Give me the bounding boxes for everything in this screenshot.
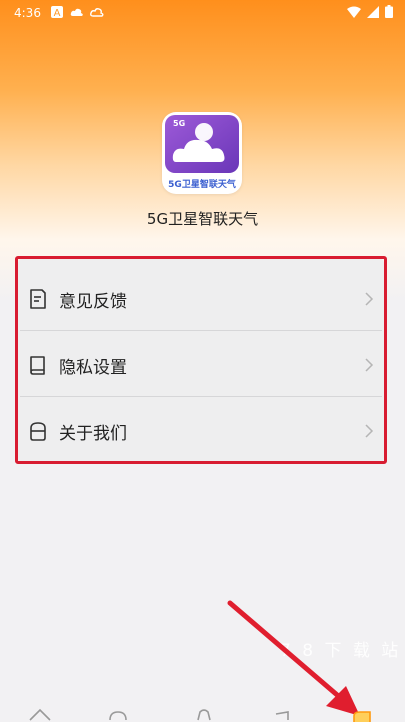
battery-icon (385, 5, 393, 18)
home-icon[interactable] (26, 704, 54, 722)
bottom-nav (0, 700, 405, 722)
logo-badge: 5G (173, 119, 185, 128)
app-logo-image: 5G 5G卫星智联天气 (165, 115, 239, 190)
alert-icon[interactable] (190, 704, 218, 722)
wifi-icon (347, 6, 361, 18)
logo-text: 5G卫星智联天气 (168, 178, 236, 190)
news-icon[interactable] (268, 704, 296, 722)
weather-icon[interactable] (104, 704, 132, 722)
profile-icon[interactable] (348, 704, 376, 722)
app-logo: 5G 5G卫星智联天气 (162, 112, 242, 194)
highlight-annotation-box (15, 256, 387, 464)
watermark: 7 8 下 载 站 (280, 641, 402, 661)
weather-icon (90, 8, 104, 17)
app-name: 5G卫星智联天气 (146, 210, 259, 228)
cloud-icon (70, 8, 83, 16)
status-time: 4:36 (14, 6, 41, 20)
status-bar: 4:36 A (0, 0, 405, 26)
signal-icon (367, 5, 379, 18)
svg-text:A: A (54, 8, 61, 19)
notification-a-icon: A (51, 6, 63, 19)
